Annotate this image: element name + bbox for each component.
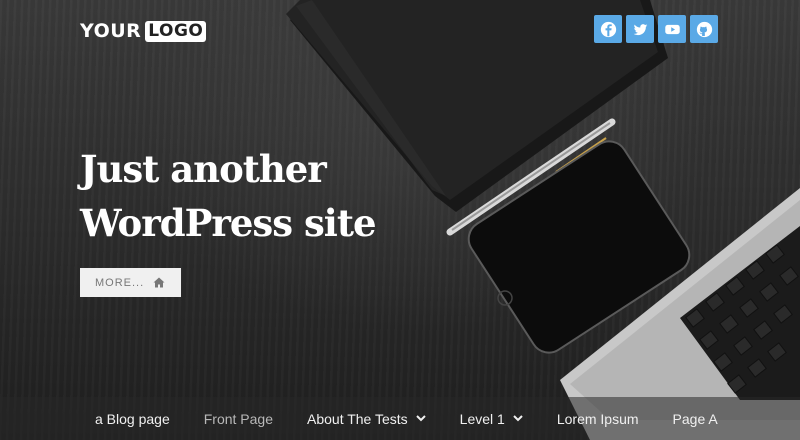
tagline-line-1: Just another xyxy=(80,147,327,191)
nav-item-front-page[interactable]: Front Page xyxy=(187,397,290,440)
github-icon xyxy=(696,21,713,38)
more-button-label: MORE... xyxy=(95,276,145,289)
chevron-down-icon xyxy=(513,415,523,422)
nav-item-about-the-tests[interactable]: About The Tests xyxy=(290,397,443,440)
nav-item-label: Level 1 xyxy=(459,410,505,427)
nav-item-label: Page A xyxy=(672,410,718,427)
home-icon xyxy=(153,277,165,288)
chevron-down-icon xyxy=(415,415,426,422)
twitter-button[interactable] xyxy=(626,15,654,43)
nav-item-label: a Blog page xyxy=(95,410,170,427)
more-button[interactable]: MORE... xyxy=(80,268,181,297)
youtube-button[interactable] xyxy=(658,15,686,43)
facebook-icon xyxy=(600,21,617,38)
tagline-line-2: WordPress site xyxy=(80,201,376,245)
logo-text: YOUR xyxy=(80,20,142,42)
nav-item-lorem-ipsum[interactable]: Lorem Ipsum xyxy=(540,397,656,440)
facebook-button[interactable] xyxy=(594,15,622,43)
logo-box-text: LOGO xyxy=(145,20,207,42)
twitter-icon xyxy=(632,21,649,38)
github-button[interactable] xyxy=(690,15,718,43)
nav-item-blog-page[interactable]: a Blog page xyxy=(78,397,187,440)
social-links xyxy=(594,15,718,43)
nav-item-level-1[interactable]: Level 1 xyxy=(443,397,540,440)
main-navigation: a Blog page Front Page About The Tests L… xyxy=(0,397,800,440)
nav-item-label: About The Tests xyxy=(307,410,408,427)
youtube-icon xyxy=(664,21,681,38)
site-logo[interactable]: YOUR LOGO xyxy=(80,19,207,43)
site-tagline-heading: Just another WordPress site xyxy=(80,142,440,250)
nav-item-label: Front Page xyxy=(203,410,273,427)
hero-section: YOUR LOGO Just another WordPress site MO… xyxy=(0,0,800,440)
nav-item-label: Lorem Ipsum xyxy=(556,410,639,427)
nav-item-page-a[interactable]: Page A xyxy=(656,397,735,440)
